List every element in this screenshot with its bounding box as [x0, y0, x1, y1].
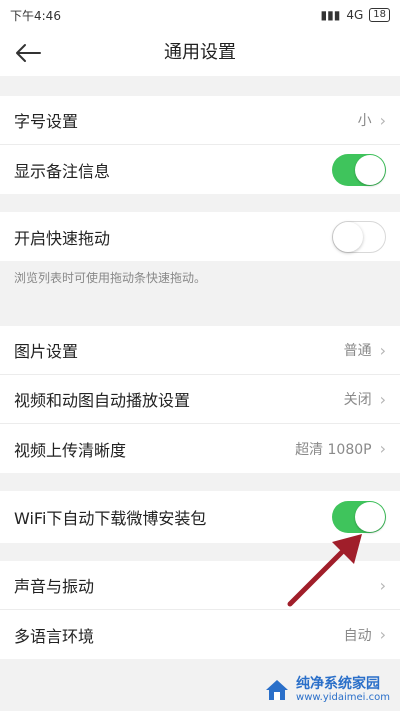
section-gap [0, 294, 400, 326]
show-remark-label: 显示备注信息 [14, 161, 111, 181]
image-setting-label: 图片设置 [14, 342, 79, 361]
video-quality-label: 视频上传清晰度 [14, 440, 127, 460]
quick-drag-row: 开启快速拖动 [0, 212, 400, 261]
navigation-bar: 通用设置 [0, 30, 400, 76]
autoplay-setting-row[interactable]: 视频和动图自动播放设置 关闭 › [0, 375, 400, 424]
section-gap [0, 473, 400, 491]
page-title: 通用设置 [164, 42, 236, 63]
language-value: 自动 [343, 627, 372, 644]
image-setting-row[interactable]: 图片设置 普通 › [0, 326, 400, 375]
image-setting-value: 普通 [343, 343, 372, 359]
network-type: 4G [346, 8, 364, 22]
settings-section-2: 开启快速拖动 浏览列表时可使用拖动条快速拖动。 [0, 212, 400, 294]
chevron-right-icon: › [379, 439, 386, 458]
section-gap [0, 76, 400, 96]
video-quality-row[interactable]: 视频上传清晰度 超清 1080P › [0, 424, 400, 473]
quick-drag-label: 开启快速拖动 [14, 228, 111, 248]
settings-section-3: 图片设置 普通 › 视频和动图自动播放设置 关闭 › 视频上传清晰度 超清 10… [0, 326, 400, 473]
watermark-text: 纯净系统家园 [296, 676, 381, 692]
video-quality-value: 超清 1080P [295, 441, 372, 458]
autoplay-setting-label: 视频和动图自动播放设置 [14, 391, 191, 410]
language-row[interactable]: 多语言环境 自动 › [0, 610, 400, 659]
house-logo-icon [266, 679, 289, 700]
font-size-value: 小 [357, 113, 372, 129]
language-label: 多语言环境 [14, 626, 95, 646]
chevron-right-icon: › [379, 389, 386, 409]
watermark-url: www.yidaimei.com [296, 692, 390, 703]
battery-level: 18 [369, 8, 390, 22]
sound-vibration-label: 声音与振动 [14, 577, 95, 596]
toggle-knob [355, 502, 385, 532]
settings-section-1: 字号设置 小 › 显示备注信息 [0, 96, 400, 194]
toggle-knob [355, 154, 385, 185]
signal-icon: ▮▮▮ [320, 8, 341, 22]
autoplay-setting-value: 关闭 [343, 392, 372, 408]
show-remark-row: 显示备注信息 [0, 145, 400, 194]
section-gap [0, 194, 400, 212]
toggle-knob [333, 221, 363, 252]
wifi-auto-download-toggle[interactable] [332, 501, 386, 533]
wifi-auto-download-label: WiFi下自动下载微博安装包 [14, 509, 207, 528]
watermark: 纯净系统家园 www.yidaimei.com [264, 676, 390, 703]
quick-drag-toggle[interactable] [332, 220, 386, 253]
annotation-arrow-icon [287, 534, 362, 607]
chevron-right-icon: › [379, 575, 386, 595]
chevron-right-icon: › [379, 625, 386, 644]
quick-drag-hint: 浏览列表时可使用拖动条快速拖动。 [0, 261, 400, 294]
status-time: 下午4:46 [10, 8, 61, 23]
font-size-setting-row[interactable]: 字号设置 小 › [0, 96, 400, 145]
status-bar: 下午4:46 ▮▮▮ 4G 18 [0, 0, 400, 30]
chevron-right-icon: › [379, 110, 386, 130]
font-size-label: 字号设置 [14, 112, 79, 131]
show-remark-toggle[interactable] [332, 153, 386, 186]
chevron-right-icon: › [379, 340, 386, 360]
status-icons: ▮▮▮ 4G 18 [321, 8, 390, 22]
